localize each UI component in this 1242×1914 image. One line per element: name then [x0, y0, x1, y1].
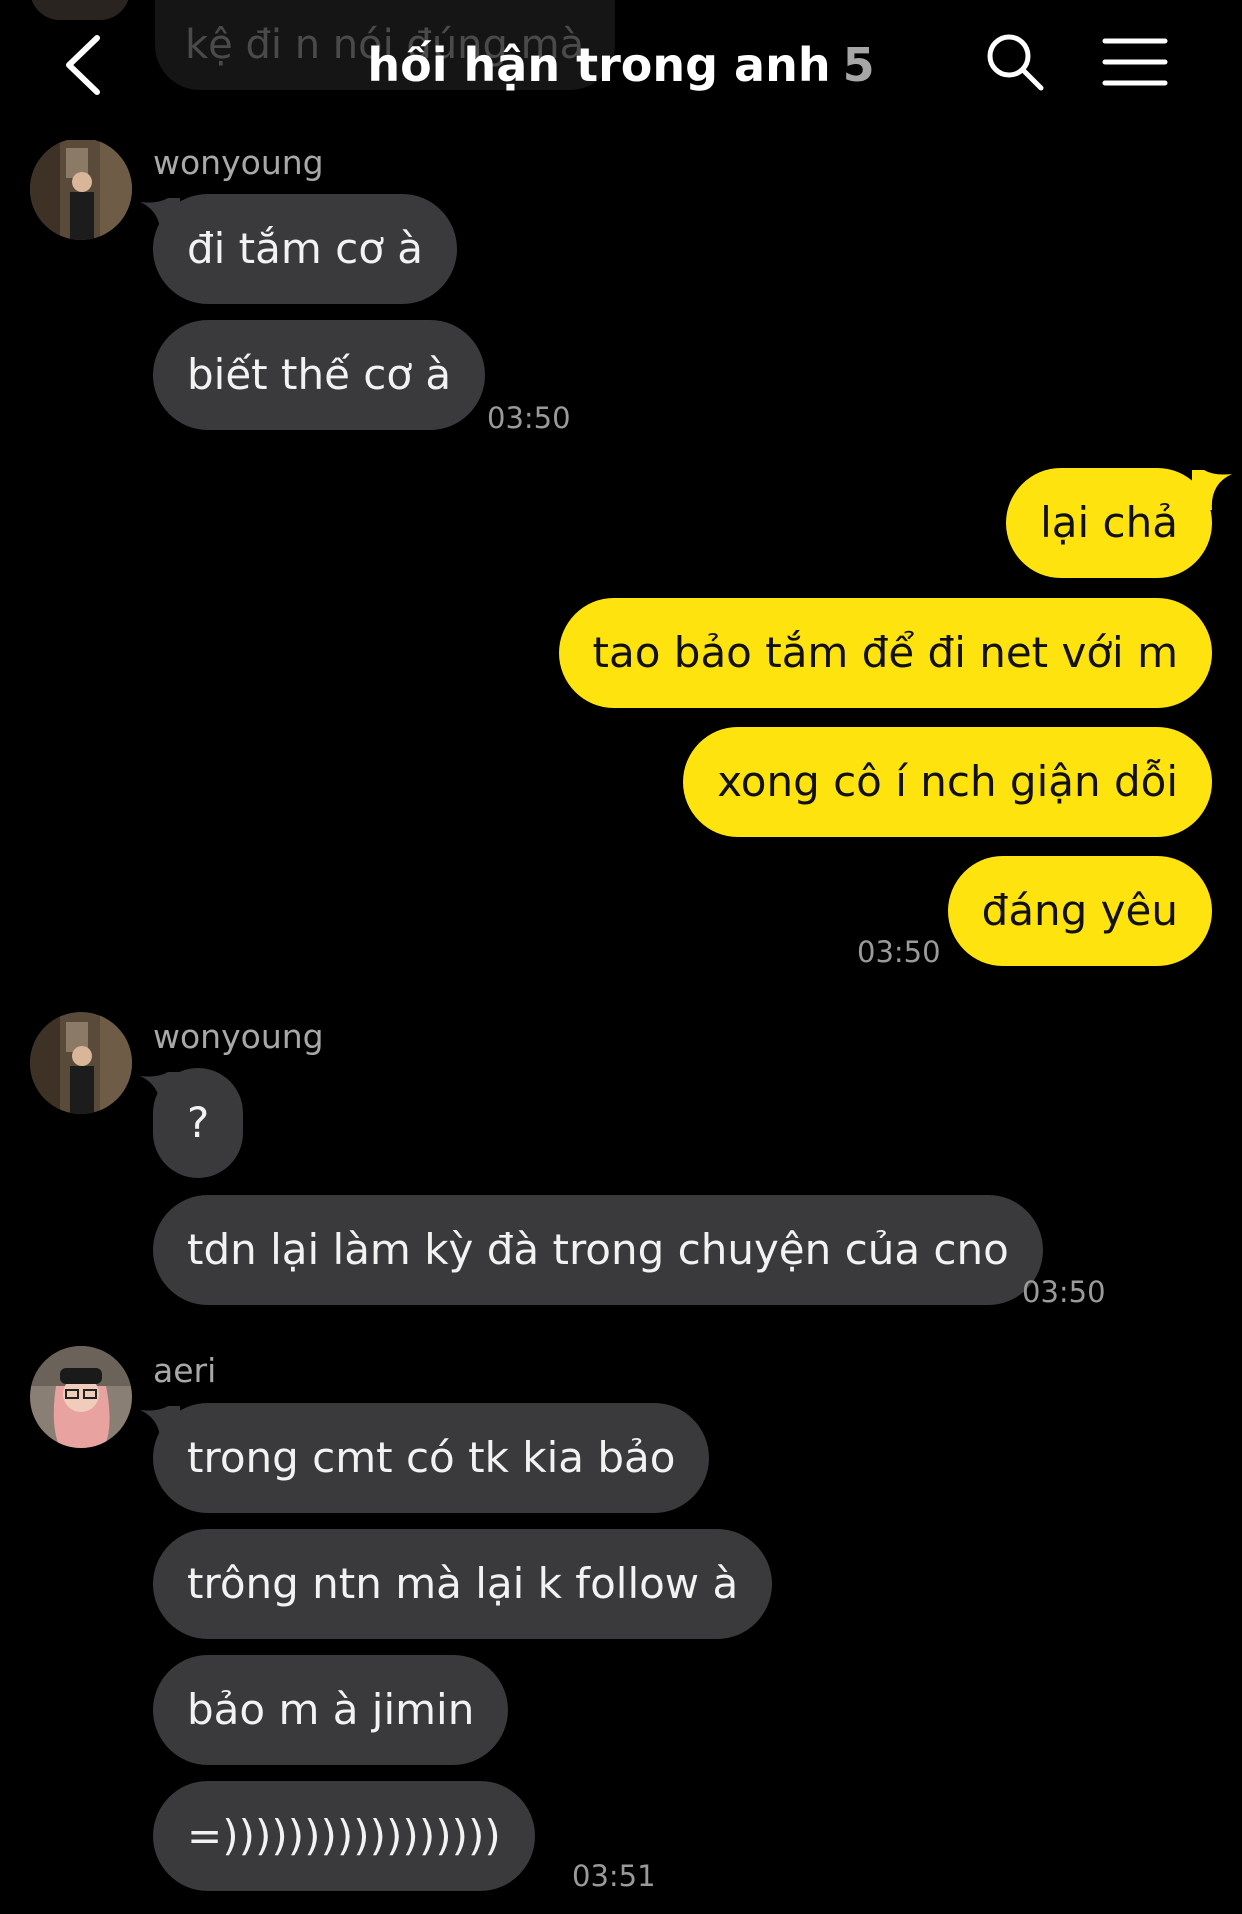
- message-timestamp: 03:50: [1022, 1275, 1106, 1309]
- sender-name: aeri: [153, 1351, 217, 1390]
- message-timestamp: 03:51: [572, 1859, 656, 1893]
- avatar-wonyoung[interactable]: [30, 138, 132, 240]
- message-bubble[interactable]: đi tắm cơ à: [153, 194, 458, 304]
- message-bubble[interactable]: biết thế cơ à: [153, 320, 486, 430]
- sender-name: wonyoung: [153, 1017, 324, 1056]
- chat-title[interactable]: hối hận trong anh 5: [0, 30, 1242, 100]
- message-bubble[interactable]: đáng yêu: [947, 856, 1212, 966]
- message-bubble[interactable]: xong cô í nch giận dỗi: [683, 727, 1212, 837]
- avatar-wonyoung[interactable]: [30, 1012, 132, 1114]
- search-icon[interactable]: [985, 32, 1045, 92]
- avatar-aeri[interactable]: [30, 1346, 132, 1448]
- message-bubble[interactable]: =))))))))))))))))): [153, 1781, 535, 1891]
- message-bubble[interactable]: trong cmt có tk kia bảo: [153, 1403, 710, 1513]
- message-timestamp: 03:50: [487, 401, 571, 435]
- message-bubble[interactable]: ?: [153, 1068, 244, 1178]
- message-bubble[interactable]: tao bảo tắm để đi net với m: [558, 598, 1212, 708]
- sender-name: wonyoung: [153, 143, 324, 182]
- message-bubble[interactable]: tdn lại làm kỳ đà trong chuyện của cno: [153, 1195, 1043, 1305]
- chat-header: kệ đi n nói đúng mà hối hận trong anh 5: [0, 0, 1242, 140]
- message-bubble[interactable]: trông ntn mà lại k follow à: [153, 1529, 773, 1639]
- chat-room-name: hối hận trong anh: [367, 38, 831, 92]
- member-count: 5: [842, 38, 875, 92]
- scrolled-avatar: [30, 0, 130, 20]
- message-timestamp: 03:50: [857, 935, 941, 969]
- menu-icon[interactable]: [1102, 36, 1168, 88]
- message-bubble[interactable]: bảo m à jimin: [153, 1655, 509, 1765]
- message-bubble[interactable]: lại chả: [1006, 468, 1212, 578]
